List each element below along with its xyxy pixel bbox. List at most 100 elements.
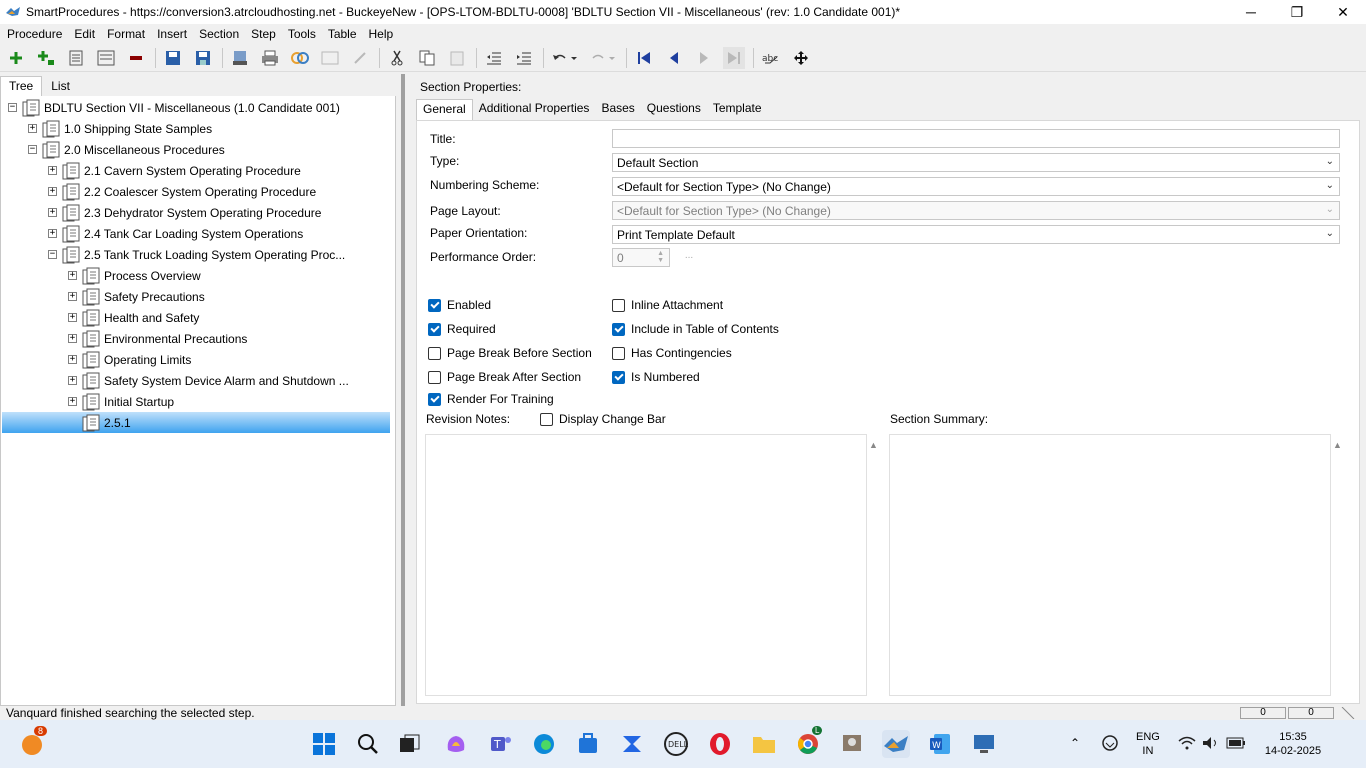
- numbering-scheme-select[interactable]: <Default for Section Type> (No Change) ⌄: [612, 177, 1340, 196]
- menu-procedure[interactable]: Procedure: [2, 27, 67, 41]
- weather-widget-icon[interactable]: 8: [18, 726, 48, 758]
- chrome-icon[interactable]: L: [794, 726, 823, 758]
- menu-insert[interactable]: Insert: [152, 27, 192, 41]
- dell-icon[interactable]: DELL: [662, 730, 690, 758]
- redo-icon[interactable]: [588, 47, 618, 69]
- add-child-icon[interactable]: [35, 47, 57, 69]
- tab-general[interactable]: General: [416, 99, 473, 120]
- expand-icon[interactable]: +: [48, 208, 57, 217]
- menu-section[interactable]: Section: [194, 27, 244, 41]
- title-input[interactable]: [612, 129, 1340, 148]
- opera-icon[interactable]: [706, 730, 734, 758]
- expand-icon[interactable]: +: [68, 376, 77, 385]
- indent-icon[interactable]: [513, 47, 535, 69]
- expand-icon[interactable]: +: [68, 313, 77, 322]
- tree-node-selected[interactable]: 2.5.1: [2, 412, 390, 433]
- task-view-icon[interactable]: [396, 730, 424, 758]
- copilot-icon[interactable]: [442, 730, 470, 758]
- tree-node[interactable]: − BDLTU Section VII - Miscellaneous (1.0 …: [8, 97, 340, 118]
- spellcheck-icon[interactable]: abc: [760, 47, 782, 69]
- page-break-after-checkbox[interactable]: Page Break After Section: [428, 370, 581, 384]
- close-button[interactable]: ✕: [1320, 0, 1366, 24]
- menu-step[interactable]: Step: [246, 27, 281, 41]
- search-icon[interactable]: [354, 730, 382, 758]
- tree-node[interactable]: +1.0 Shipping State Samples: [28, 118, 212, 139]
- menu-tools[interactable]: Tools: [283, 27, 321, 41]
- type-select[interactable]: Default Section ⌄: [612, 153, 1340, 172]
- store-icon[interactable]: [574, 730, 602, 758]
- inline-attachment-checkbox[interactable]: Inline Attachment: [612, 298, 723, 312]
- tree-node[interactable]: + Process Overview: [68, 265, 201, 286]
- remote-app-icon[interactable]: [838, 730, 866, 758]
- expand-icon[interactable]: +: [48, 187, 57, 196]
- menu-help[interactable]: Help: [364, 27, 399, 41]
- collapse-icon[interactable]: −: [48, 250, 57, 259]
- teams-icon[interactable]: T: [486, 730, 514, 758]
- expand-icon[interactable]: +: [68, 271, 77, 280]
- tree-node[interactable]: − 2.5 Tank Truck Loading System Operating…: [48, 244, 345, 265]
- publish-icon[interactable]: [229, 47, 251, 69]
- power-automate-icon[interactable]: [618, 730, 646, 758]
- chevron-up-icon[interactable]: ⌃: [1070, 736, 1080, 750]
- tree-node[interactable]: + Safety System Device Alarm and Shutdown…: [68, 370, 349, 391]
- tree-node[interactable]: +2.1 Cavern System Operating Procedure: [48, 160, 301, 181]
- image-icon[interactable]: [319, 47, 341, 69]
- resize-grip-icon[interactable]: [1338, 706, 1362, 720]
- collapse-icon[interactable]: −: [28, 145, 37, 154]
- pane-splitter[interactable]: [398, 74, 412, 706]
- rdp-icon[interactable]: [970, 730, 998, 758]
- enabled-checkbox[interactable]: Enabled: [428, 298, 491, 312]
- is-numbered-checkbox[interactable]: Is Numbered: [612, 370, 700, 384]
- menu-format[interactable]: Format: [102, 27, 150, 41]
- display-change-bar-checkbox[interactable]: Display Change Bar: [540, 412, 666, 426]
- add-icon[interactable]: [5, 47, 27, 69]
- battery-icon[interactable]: [1226, 737, 1246, 753]
- save-icon[interactable]: [192, 47, 214, 69]
- revision-notes-textarea[interactable]: [425, 434, 867, 696]
- tree-node[interactable]: + Safety Precautions: [68, 286, 205, 307]
- expand-icon[interactable]: +: [68, 334, 77, 343]
- volume-icon[interactable]: [1202, 736, 1220, 754]
- properties-icon[interactable]: [95, 47, 117, 69]
- list-icon[interactable]: [65, 47, 87, 69]
- wand-icon[interactable]: [349, 47, 371, 69]
- tab-template[interactable]: Template: [707, 99, 768, 120]
- render-for-training-checkbox[interactable]: Render For Training: [428, 392, 554, 406]
- expand-icon[interactable]: +: [68, 292, 77, 301]
- wifi-icon[interactable]: [1178, 736, 1196, 754]
- has-contingencies-checkbox[interactable]: Has Contingencies: [612, 346, 732, 360]
- tab-bases[interactable]: Bases: [595, 99, 640, 120]
- tree-node[interactable]: + Health and Safety: [68, 307, 199, 328]
- copy-icon[interactable]: [416, 47, 438, 69]
- expand-icon[interactable]: +: [48, 229, 57, 238]
- tree-node[interactable]: + Operating Limits: [68, 349, 191, 370]
- last-icon[interactable]: [723, 46, 745, 69]
- tab-questions[interactable]: Questions: [641, 99, 707, 120]
- undo-icon[interactable]: [550, 47, 580, 69]
- tree-node[interactable]: + Initial Startup: [68, 391, 174, 412]
- tree-node[interactable]: +2.4 Tank Car Loading System Operations: [48, 223, 303, 244]
- edge-icon[interactable]: [530, 730, 558, 758]
- save-all-icon[interactable]: [162, 47, 184, 69]
- tree-node[interactable]: +2.3 Dehydrator System Operating Procedu…: [48, 202, 321, 223]
- menu-table[interactable]: Table: [323, 27, 362, 41]
- expand-icon[interactable]: +: [68, 355, 77, 364]
- tab-additional-properties[interactable]: Additional Properties: [473, 99, 596, 120]
- file-explorer-icon[interactable]: [750, 730, 778, 758]
- sync-icon[interactable]: [1100, 734, 1120, 756]
- paste-icon[interactable]: [446, 47, 468, 69]
- first-icon[interactable]: [633, 47, 655, 69]
- link-icon[interactable]: [289, 47, 311, 69]
- language-indicator[interactable]: ENG IN: [1136, 730, 1160, 758]
- expand-icon[interactable]: +: [48, 166, 57, 175]
- section-summary-textarea[interactable]: [889, 434, 1331, 696]
- tree-node[interactable]: + Environmental Precautions: [68, 328, 247, 349]
- word-icon[interactable]: W: [926, 730, 954, 758]
- previous-icon[interactable]: [663, 47, 685, 69]
- next-icon[interactable]: [693, 47, 715, 69]
- scroll-up-icon[interactable]: ▲: [869, 440, 878, 450]
- print-icon[interactable]: [259, 47, 281, 69]
- collapse-icon[interactable]: −: [8, 103, 17, 112]
- menu-edit[interactable]: Edit: [69, 27, 100, 41]
- include-in-toc-checkbox[interactable]: Include in Table of Contents: [612, 322, 779, 336]
